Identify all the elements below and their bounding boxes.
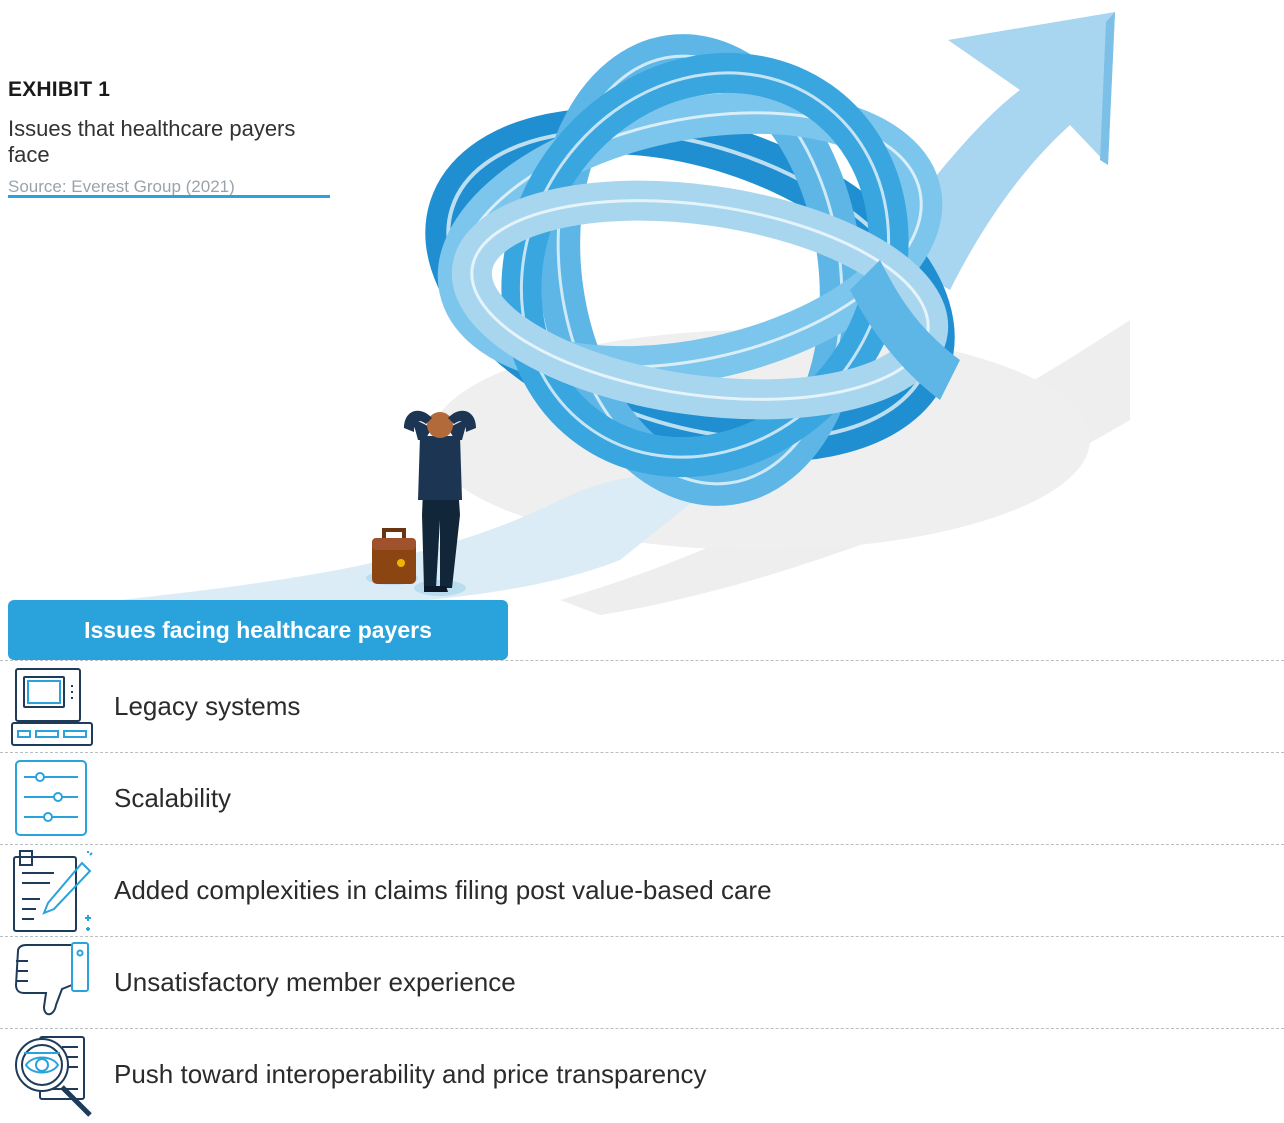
list-item: Legacy systems — [0, 660, 1284, 752]
legacy-computer-icon — [10, 665, 96, 749]
issue-label: Added complexities in claims filing post… — [114, 875, 772, 905]
issue-list: Legacy systems Scalability Added complex… — [0, 660, 1284, 1120]
list-item: Scalability — [0, 752, 1284, 844]
issue-label: Legacy systems — [114, 691, 301, 721]
sliders-icon — [10, 757, 96, 841]
issues-header-tab: Issues facing healthcare payers — [8, 600, 508, 660]
list-item: Push toward interoperability and price t… — [0, 1028, 1284, 1120]
header-divider — [8, 195, 330, 198]
briefcase — [366, 528, 418, 585]
source-note: Source: Everest Group (2021) — [8, 177, 235, 196]
list-item: Unsatisfactory member experience — [0, 936, 1284, 1028]
exhibit-subtitle: Issues that healthcare payers face — [8, 116, 296, 167]
issue-label: Unsatisfactory member experience — [114, 967, 516, 997]
exhibit-label: EXHIBIT 1 — [8, 78, 111, 101]
issue-label: Scalability — [114, 783, 232, 813]
claims-form-pen-icon — [10, 849, 96, 933]
document-magnifier-eye-icon — [10, 1033, 96, 1117]
thumbs-down-icon — [10, 941, 96, 1025]
exhibit-header: EXHIBIT 1 Issues that healthcare payers … — [8, 78, 330, 197]
issue-label: Push toward interoperability and price t… — [114, 1059, 707, 1089]
list-item: Added complexities in claims filing post… — [0, 844, 1284, 936]
